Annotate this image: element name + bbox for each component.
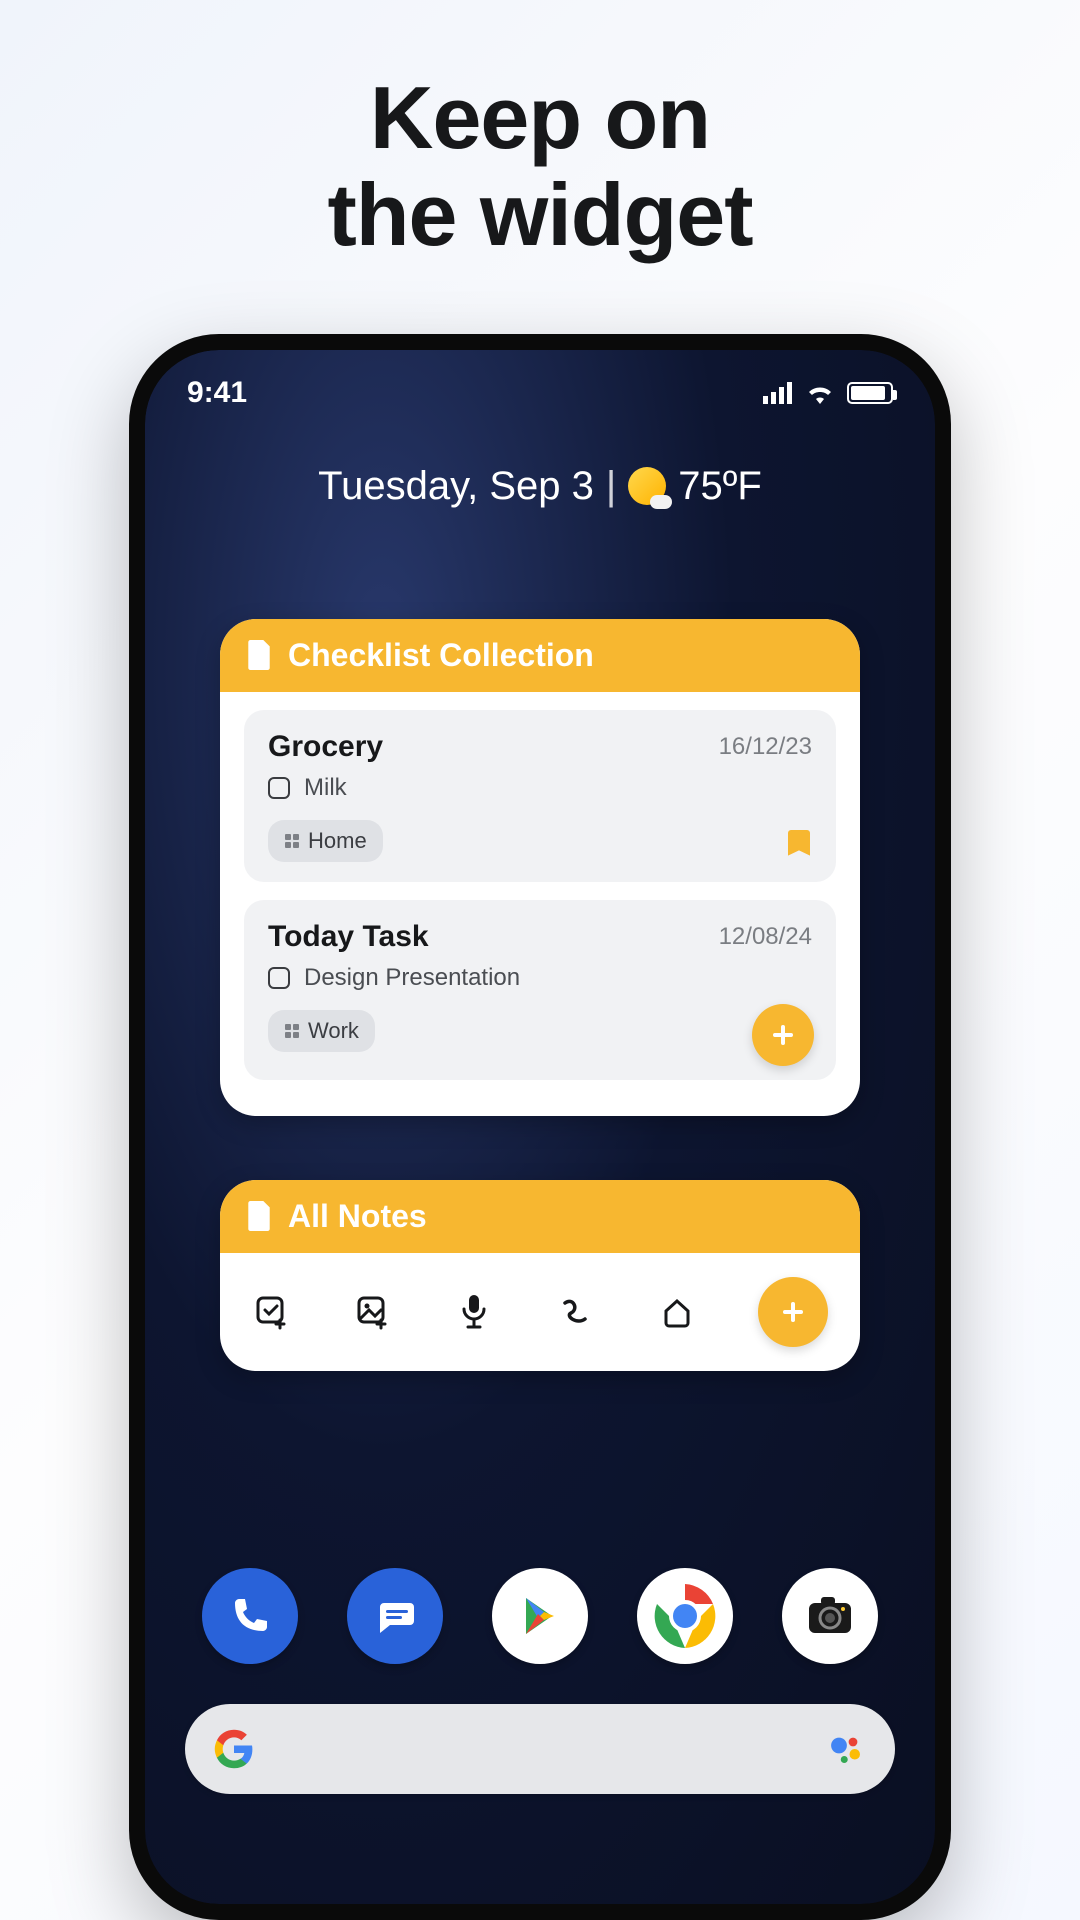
weather-sun-icon xyxy=(628,467,666,505)
checklist-add-button[interactable] xyxy=(252,1292,292,1332)
draw-note-button[interactable] xyxy=(556,1292,596,1332)
divider: | xyxy=(606,464,616,509)
grid-icon xyxy=(284,833,300,849)
phone-mockup: 9:41 Tuesday, Sep 3 | 75ºF Checklist Col… xyxy=(129,334,951,1920)
google-logo-icon xyxy=(213,1728,255,1770)
chrome-app[interactable] xyxy=(637,1568,733,1664)
messages-app[interactable] xyxy=(347,1568,443,1664)
note-title: Today Task xyxy=(268,920,429,954)
note-date: 12/08/24 xyxy=(719,923,812,951)
home-button[interactable] xyxy=(657,1292,697,1332)
camera-app[interactable] xyxy=(782,1568,878,1664)
note-card-today-task[interactable]: Today Task 12/08/24 Design Presentation … xyxy=(244,900,836,1080)
new-note-button[interactable] xyxy=(758,1277,828,1347)
all-notes-widget[interactable]: All Notes xyxy=(220,1180,860,1371)
camera-icon xyxy=(803,1589,857,1643)
status-indicators xyxy=(763,382,893,404)
tag-label: Work xyxy=(308,1018,359,1044)
plus-icon xyxy=(768,1020,798,1050)
grid-icon xyxy=(284,1023,300,1039)
plus-icon xyxy=(777,1296,809,1328)
quick-action-row xyxy=(220,1253,860,1371)
note-card-grocery[interactable]: Grocery 16/12/23 Milk Home xyxy=(244,710,836,882)
checklist-widget[interactable]: Checklist Collection Grocery 16/12/23 Mi… xyxy=(220,619,860,1116)
date-text: Tuesday, Sep 3 xyxy=(318,464,594,509)
google-search-bar[interactable] xyxy=(185,1704,895,1794)
voice-note-button[interactable] xyxy=(454,1292,494,1332)
note-checklist-item[interactable]: Milk xyxy=(268,774,812,802)
tag-label: Home xyxy=(308,828,367,854)
checklist-widget-title: Checklist Collection xyxy=(288,637,594,674)
note-checklist-item[interactable]: Design Presentation xyxy=(268,964,812,992)
play-store-app[interactable] xyxy=(492,1568,588,1664)
home-icon xyxy=(660,1295,694,1329)
scribble-icon xyxy=(559,1295,593,1329)
document-icon xyxy=(246,640,272,670)
microphone-icon xyxy=(458,1293,490,1331)
temperature: 75ºF xyxy=(678,464,762,509)
document-icon xyxy=(246,1201,272,1231)
all-notes-widget-title: All Notes xyxy=(288,1198,427,1235)
wifi-icon xyxy=(805,382,835,404)
note-item-text: Design Presentation xyxy=(304,964,520,992)
status-time: 9:41 xyxy=(187,376,247,410)
battery-icon xyxy=(847,382,893,404)
image-add-icon xyxy=(355,1294,391,1330)
all-notes-widget-header: All Notes xyxy=(220,1180,860,1253)
chrome-icon xyxy=(649,1580,721,1652)
messages-icon xyxy=(370,1591,420,1641)
phone-home-screen[interactable]: 9:41 Tuesday, Sep 3 | 75ºF Checklist Col… xyxy=(145,350,935,1904)
marketing-headline: Keep on the widget xyxy=(327,70,752,264)
checklist-add-icon xyxy=(254,1294,290,1330)
phone-icon xyxy=(227,1593,273,1639)
google-assistant-icon[interactable] xyxy=(825,1728,867,1770)
note-title: Grocery xyxy=(268,730,383,764)
note-date: 16/12/23 xyxy=(719,733,812,761)
headline-line2: the widget xyxy=(327,167,752,264)
phone-app[interactable] xyxy=(202,1568,298,1664)
note-item-text: Milk xyxy=(304,774,347,802)
date-weather-bar[interactable]: Tuesday, Sep 3 | 75ºF xyxy=(145,464,935,509)
checkbox-unchecked[interactable] xyxy=(268,967,290,989)
status-bar: 9:41 xyxy=(145,350,935,410)
checklist-widget-header: Checklist Collection xyxy=(220,619,860,692)
add-note-button[interactable] xyxy=(752,1004,814,1066)
image-add-button[interactable] xyxy=(353,1292,393,1332)
app-dock xyxy=(145,1568,935,1664)
tag-work[interactable]: Work xyxy=(268,1010,375,1052)
checkbox-unchecked[interactable] xyxy=(268,777,290,799)
tag-home[interactable]: Home xyxy=(268,820,383,862)
cellular-icon xyxy=(763,382,793,404)
headline-line1: Keep on xyxy=(327,70,752,167)
play-store-icon xyxy=(516,1592,564,1640)
